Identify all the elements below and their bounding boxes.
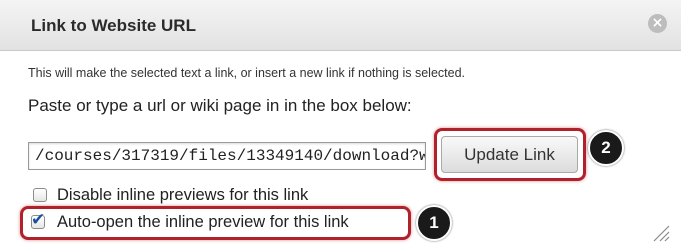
url-prompt-label: Paste or type a url or wiki page in in t… — [28, 96, 412, 115]
link-dialog: Link to Website URL × This will make the… — [0, 0, 681, 245]
dialog-title: Link to Website URL — [31, 16, 196, 35]
resize-grip-icon[interactable] — [650, 222, 670, 242]
annotation-badge-1: 1 — [416, 205, 452, 241]
annotation-badge-2: 2 — [588, 130, 624, 166]
url-input[interactable]: /courses/317319/files/13349140/download?… — [28, 142, 426, 170]
update-link-button[interactable]: Update Link — [441, 136, 578, 173]
dialog-titlebar: Link to Website URL × — [0, 0, 681, 51]
dialog-description: This will make the selected text a link,… — [28, 66, 466, 80]
auto-open-checkbox[interactable]: ✔ — [31, 210, 45, 230]
disable-previews-label[interactable]: Disable inline previews for this link — [57, 186, 308, 205]
checkmark-icon: ✔ — [31, 210, 46, 230]
close-icon[interactable]: × — [648, 14, 667, 33]
auto-open-label[interactable]: Auto-open the inline preview for this li… — [57, 213, 349, 232]
disable-previews-checkbox[interactable] — [33, 188, 47, 202]
